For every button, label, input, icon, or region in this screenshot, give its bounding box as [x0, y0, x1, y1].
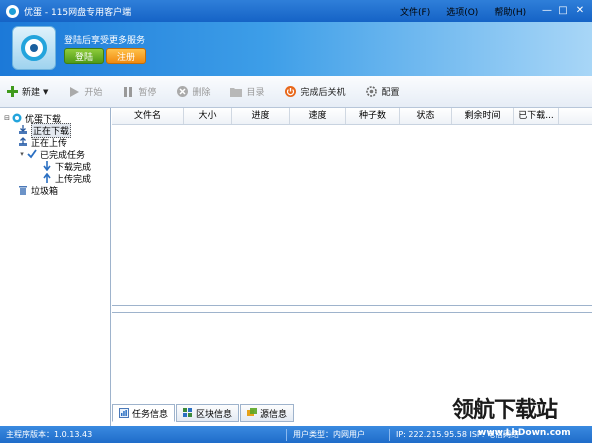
tab-task-info[interactable]: 任务信息 — [112, 404, 176, 422]
start-button[interactable]: 开始 — [68, 85, 102, 98]
minimize-button[interactable]: — — [540, 4, 554, 18]
collapse-toggle-icon[interactable]: ⊟ — [3, 114, 11, 122]
tab-label: 源信息 — [260, 409, 288, 420]
tab-block-info[interactable]: 区块信息 — [176, 404, 240, 422]
tree-item-download-done[interactable]: 下载完成 — [0, 160, 110, 173]
tree-item-downloading[interactable]: 正在下载 — [0, 122, 110, 138]
config-button[interactable]: 配置 — [365, 85, 400, 98]
folder-icon — [230, 86, 243, 98]
column-header-status[interactable]: 状态 — [400, 108, 452, 124]
pause-label: 暂停 — [138, 88, 157, 98]
column-header-downloaded[interactable]: 已下载... — [514, 108, 559, 124]
column-header-filename[interactable]: 文件名 — [112, 108, 184, 124]
tree-item-label: 上传完成 — [55, 174, 92, 185]
menu-options[interactable]: 选项(O) — [446, 5, 478, 18]
login-button[interactable]: 登陆 — [64, 48, 104, 64]
directory-label: 目录 — [246, 88, 265, 98]
column-header-progress[interactable]: 进度 — [232, 108, 290, 124]
tab-label: 区块信息 — [196, 409, 233, 420]
collapse-toggle-icon[interactable]: ▾ — [18, 150, 26, 158]
table-header: 文件名 大小 进度 速度 种子数 状态 剩余时间 已下载... — [112, 108, 592, 125]
arrow-up-icon — [42, 173, 52, 183]
column-header-remaining[interactable]: 剩余时间 — [452, 108, 514, 124]
tab-label: 任务信息 — [132, 409, 169, 420]
config-label: 配置 — [381, 88, 400, 98]
tree-item-completed[interactable]: ▾ 已完成任务 — [0, 148, 110, 161]
column-header-seeds[interactable]: 种子数 — [346, 108, 400, 124]
site-watermark-url: www.LhDown.com — [478, 428, 571, 438]
egg-logo-icon — [12, 113, 22, 123]
tree-item-trash[interactable]: 垃圾箱 — [0, 184, 110, 197]
menu-bar: 文件(F) 选项(O) 帮助(H) — [400, 0, 542, 22]
egg-logo-icon — [21, 35, 47, 61]
tree-item-label: 垃圾箱 — [31, 186, 59, 197]
power-icon — [284, 86, 296, 98]
upload-icon — [18, 137, 28, 147]
download-icon — [18, 125, 28, 135]
pause-icon — [122, 86, 134, 98]
site-watermark: 领航下载站 — [452, 398, 558, 423]
plus-icon — [6, 86, 18, 98]
directory-button[interactable]: 目录 — [230, 85, 264, 98]
tree-item-upload-done[interactable]: 上传完成 — [0, 172, 110, 185]
app-logo-icon — [6, 4, 19, 18]
menu-help[interactable]: 帮助(H) — [494, 5, 526, 18]
trash-icon — [18, 185, 28, 195]
shutdown-after-complete-button[interactable]: 完成后关机 — [284, 85, 345, 98]
delete-label: 删除 — [192, 88, 211, 98]
tab-source-info[interactable]: 源信息 — [240, 404, 295, 422]
delete-button[interactable]: 删除 — [176, 85, 210, 98]
status-user-type: 用户类型：内网用户 — [293, 430, 365, 439]
check-icon — [27, 149, 37, 159]
play-icon — [68, 86, 80, 98]
login-banner: 登陆后享受更多服务 登陆 注册 — [0, 22, 592, 76]
shutdown-label: 完成后关机 — [300, 88, 346, 98]
column-header-size[interactable]: 大小 — [184, 108, 232, 124]
task-tree: ⊟ 优蛋下载 正在下载 正在上传 ▾ 已完成任务 下载完成 上传完成 垃圾箱 — [0, 108, 111, 426]
source-icon — [247, 408, 258, 418]
avatar — [12, 26, 56, 70]
maximize-button[interactable]: □ — [556, 4, 570, 18]
delete-icon — [176, 86, 188, 98]
arrow-down-icon — [42, 161, 52, 171]
window-title: 优蛋 - 115网盘专用客户端 — [24, 7, 132, 18]
toolbar: 新建 ▼ 开始 暂停 删除 目录 完成后关机 配置 — [0, 76, 592, 108]
detail-tabs: 任务信息 区块信息 源信息 — [112, 404, 295, 424]
tree-item-uploading[interactable]: 正在上传 — [0, 136, 110, 149]
status-version: 主程序版本：1.0.13.43 — [6, 430, 93, 439]
info-icon — [119, 408, 129, 418]
column-header-speed[interactable]: 速度 — [290, 108, 346, 124]
chevron-down-icon[interactable]: ▼ — [43, 88, 48, 96]
register-button[interactable]: 注册 — [106, 48, 146, 64]
new-label: 新建 — [22, 88, 41, 98]
login-slogan: 登陆后享受更多服务 — [64, 36, 146, 46]
blocks-icon — [183, 408, 193, 418]
new-button[interactable]: 新建 ▼ — [6, 85, 48, 98]
start-label: 开始 — [84, 88, 103, 98]
menu-file[interactable]: 文件(F) — [400, 5, 430, 18]
task-table: 文件名 大小 进度 速度 种子数 状态 剩余时间 已下载... — [112, 108, 592, 306]
close-button[interactable]: ✕ — [573, 4, 587, 18]
gear-icon — [365, 86, 377, 98]
pause-button[interactable]: 暂停 — [122, 85, 156, 98]
